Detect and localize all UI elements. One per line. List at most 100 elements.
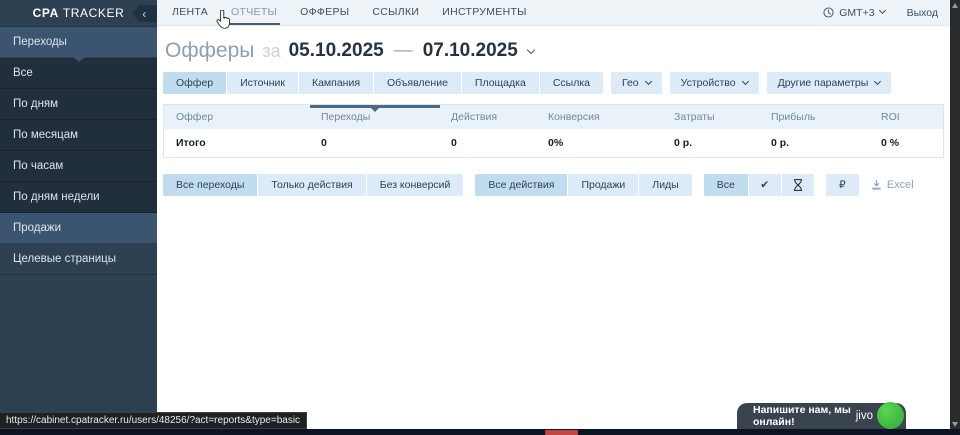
actions-filter-group: Все действия Продажи Лиды [475, 174, 691, 196]
timezone-selector[interactable]: GMT+3 [823, 7, 884, 19]
page-title: Офферы [165, 39, 254, 63]
totals-konversiya: 0% [536, 129, 662, 157]
status-approved-button[interactable]: ✔ [748, 174, 781, 196]
sidebar-item-label: По дням недели [13, 191, 100, 203]
dimension-offer-button[interactable]: Оффер [163, 72, 226, 94]
sidebar-item-perehody[interactable]: Переходы [0, 27, 157, 58]
traffic-filter-group: Все переходы Только действия Без конверс… [163, 174, 463, 196]
date-from[interactable]: 05.10.2025 [289, 40, 384, 62]
sidebar-item-label: Все [13, 67, 33, 79]
filter-leads-button[interactable]: Лиды [638, 174, 691, 196]
report-table: Оффер Переходы Действия Конверсия Затрат… [163, 104, 944, 158]
active-section-notch [73, 57, 85, 62]
sidebar-item-vse[interactable]: Все [0, 58, 157, 89]
table-row-totals: Итого 0 0 0% 0 р. 0 р. 0 % [164, 129, 943, 157]
app-logo: CPA TRACKER ‹ [0, 0, 157, 27]
column-header-konversiya[interactable]: Конверсия [536, 105, 662, 129]
ruble-icon: ₽ [839, 179, 846, 191]
status-pending-button[interactable] [781, 174, 814, 196]
scroll-up-arrow[interactable] [952, 3, 958, 8]
column-header-pribyl[interactable]: Прибыль [759, 105, 869, 129]
sidebar-collapse-button[interactable]: ‹ [132, 5, 157, 22]
report-title-row: Офферы за 05.10.2025 — 07.10.2025 [165, 39, 944, 63]
sort-indicator [310, 105, 440, 108]
totals-perehody: 0 [309, 129, 439, 157]
jivo-green-leaf-icon [877, 402, 904, 429]
vertical-scrollbar[interactable] [950, 0, 960, 430]
date-separator: — [394, 40, 413, 62]
sidebar-item-po-mesyacam[interactable]: По месяцам [0, 120, 157, 151]
chat-message: Напишите нам, мы онлайн! [737, 404, 856, 428]
totals-zatraty: 0 р. [662, 129, 759, 157]
filter-only-actions-button[interactable]: Только действия [257, 174, 365, 196]
status-all-button[interactable]: Все [704, 174, 748, 196]
totals-label: Итого [164, 129, 309, 157]
sidebar-item-po-chasam[interactable]: По часам [0, 151, 157, 182]
sidebar-item-po-dnyam[interactable]: По дням [0, 89, 157, 120]
hourglass-icon [793, 179, 803, 191]
nav-right-group: GMT+3 Выход [823, 0, 938, 25]
date-picker-toggle[interactable] [528, 42, 534, 60]
sidebar-item-label: По дням [13, 98, 58, 110]
column-header-zatraty[interactable]: Затраты [662, 105, 759, 129]
column-header-offer[interactable]: Оффер [164, 105, 309, 129]
dimension-placement-button[interactable]: Площадка [461, 72, 539, 94]
sidebar-item-po-dnyam-nedeli[interactable]: По дням недели [0, 182, 157, 213]
report-content: Офферы за 05.10.2025 — 07.10.2025 Оффер … [157, 39, 950, 196]
device-dropdown[interactable]: Устройство [670, 72, 759, 94]
other-params-dropdown[interactable]: Другие параметры [767, 72, 892, 94]
tab-otchety[interactable]: ОТЧЕТЫ [228, 0, 280, 25]
sidebar-item-label: По месяцам [13, 129, 78, 141]
top-navigation: ЛЕНТА ОТЧЕТЫ ОФФЕРЫ ССЫЛКИ ИНСТРУМЕНТЫ G… [157, 0, 950, 26]
status-paid-button[interactable]: ₽ [826, 174, 859, 196]
chevron-left-icon: ‹ [142, 8, 147, 20]
chevron-down-icon [742, 77, 749, 84]
column-header-roi[interactable]: ROI [869, 105, 943, 129]
download-icon [871, 179, 882, 191]
secondary-filter-row: Все переходы Только действия Без конверс… [163, 174, 944, 196]
dimension-link-button[interactable]: Ссылка [539, 72, 603, 94]
filter-sales-button[interactable]: Продажи [567, 174, 638, 196]
chevron-down-icon [645, 77, 652, 84]
table-header-row: Оффер Переходы Действия Конверсия Затрат… [164, 105, 943, 129]
dimension-ad-button[interactable]: Объявление [373, 72, 461, 94]
geo-dropdown-label: Гео [622, 77, 639, 89]
tab-lenta[interactable]: ЛЕНТА [169, 0, 211, 25]
os-taskbar-edge [0, 429, 960, 435]
tab-ssylki[interactable]: ССЫЛКИ [369, 0, 422, 25]
dimension-button-group: Оффер Источник Кампания Объявление Площа… [163, 72, 603, 94]
sidebar-item-label: Продажи [13, 222, 61, 234]
date-to[interactable]: 07.10.2025 [423, 40, 518, 62]
chat-widget[interactable]: Напишите нам, мы онлайн! jivo [737, 403, 906, 429]
tab-offery[interactable]: ОФФЕРЫ [297, 0, 352, 25]
totals-deystviya: 0 [439, 129, 536, 157]
status-url: https://cabinet.cpatracker.ru/users/4825… [6, 415, 300, 426]
filter-no-conversions-button[interactable]: Без конверсий [366, 174, 464, 196]
logo-tracker: TRACKER [63, 6, 125, 20]
chevron-down-icon [879, 7, 886, 14]
chevron-down-icon [527, 46, 535, 54]
scroll-down-arrow[interactable] [952, 422, 958, 427]
export-excel-link[interactable]: Excel [871, 179, 914, 191]
sidebar-item-label: По часам [13, 160, 63, 172]
dimension-source-button[interactable]: Источник [226, 72, 298, 94]
dimension-filter-row: Оффер Источник Кампания Объявление Площа… [163, 72, 944, 94]
geo-dropdown[interactable]: Гео [611, 72, 662, 94]
filter-all-actions-button[interactable]: Все действия [475, 174, 567, 196]
column-header-deystviya[interactable]: Действия [439, 105, 536, 129]
title-preposition: за [262, 41, 280, 62]
sidebar-item-celevye-stranicy[interactable]: Целевые страницы [0, 244, 157, 275]
main-area: ЛЕНТА ОТЧЕТЫ ОФФЕРЫ ССЫЛКИ ИНСТРУМЕНТЫ G… [157, 0, 950, 429]
payment-filter-group: ₽ [826, 174, 859, 196]
totals-pribyl: 0 р. [759, 129, 869, 157]
dimension-campaign-button[interactable]: Кампания [298, 72, 373, 94]
filter-all-clicks-button[interactable]: Все переходы [163, 174, 257, 196]
totals-roi: 0 % [869, 129, 943, 157]
sidebar-item-prodazhi[interactable]: Продажи [0, 213, 157, 244]
check-icon: ✔ [760, 179, 769, 191]
tab-instrumenty[interactable]: ИНСТРУМЕНТЫ [439, 0, 530, 25]
chevron-down-icon [874, 77, 881, 84]
sidebar: CPA TRACKER ‹ Переходы Все По дням По ме… [0, 0, 157, 429]
other-params-label: Другие параметры [778, 77, 869, 89]
logout-link[interactable]: Выход [907, 7, 938, 19]
